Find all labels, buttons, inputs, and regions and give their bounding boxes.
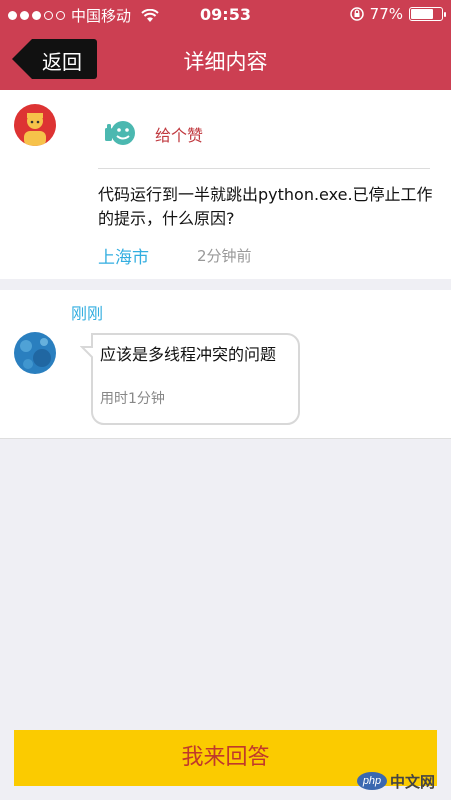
page-title: 详细内容 — [183, 50, 268, 74]
status-bar: 中国移动 09:53 77% — [0, 0, 451, 30]
answer-duration: 用时1分钟 — [100, 391, 165, 407]
question-card: 给个赞 代码运行到一半就跳出python.exe.已停止工作的提示，什么原因? … — [0, 90, 451, 279]
answer-text: 应该是多线程冲突的问题 — [100, 345, 277, 364]
divider — [98, 168, 430, 169]
battery-percent: 77% — [369, 5, 403, 23]
location-link[interactable]: 上海市 — [98, 243, 149, 268]
top-bar: 中国移动 09:53 77% 返回 详细内容 — [0, 0, 451, 90]
navigation-bar: 返回 详细内容 — [0, 30, 451, 90]
question-time: 2分钟前 — [197, 247, 252, 265]
thumbs-up-face-icon[interactable] — [103, 118, 137, 148]
question-text: 代码运行到一半就跳出python.exe.已停止工作的提示，什么原因? — [98, 185, 433, 228]
answer-bubble: 应该是多线程冲突的问题 用时1分钟 — [80, 333, 300, 425]
answer-timestamp: 刚刚 — [71, 304, 104, 323]
battery-icon — [409, 7, 446, 21]
answerer-avatar[interactable] — [14, 332, 56, 374]
answer-item: 刚刚 应该是多线程冲突的问题 用时1分钟 — [0, 290, 451, 439]
watermark: php 中文网 — [357, 770, 447, 792]
asker-avatar[interactable] — [14, 104, 56, 146]
rotation-lock-icon — [349, 7, 364, 21]
watermark-text: 中文网 — [390, 772, 436, 791]
watermark-logo: php — [357, 772, 387, 790]
like-label[interactable]: 给个赞 — [155, 122, 203, 146]
